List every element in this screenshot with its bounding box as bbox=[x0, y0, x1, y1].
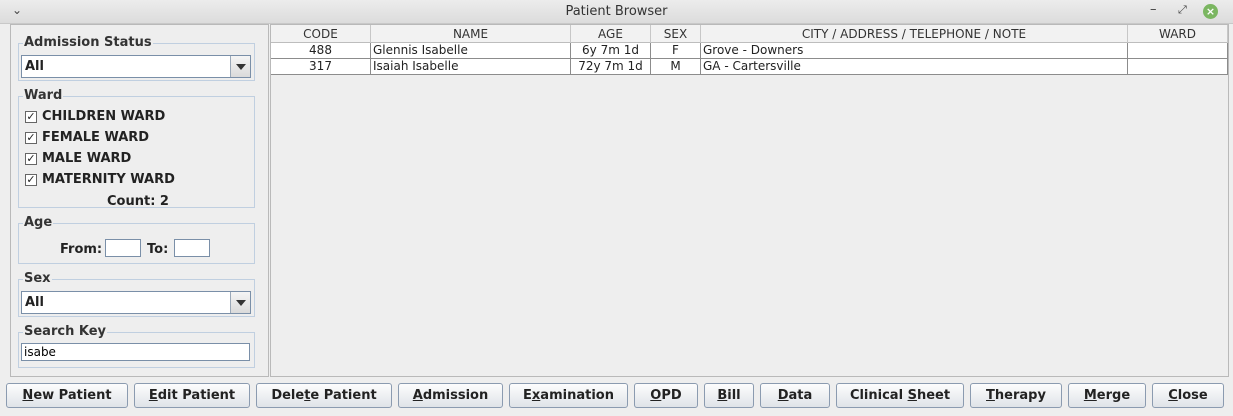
age-label: Age bbox=[23, 215, 54, 230]
ward-checkbox-label: MATERNITY WARD bbox=[42, 172, 175, 187]
mnemonic-letter: E bbox=[148, 388, 158, 403]
patient-browser-window: ⌄ Patient Browser – ⤢ × Admission Status… bbox=[0, 0, 1233, 416]
checkbox[interactable]: ✓ bbox=[25, 111, 37, 123]
checkbox[interactable]: ✓ bbox=[25, 174, 37, 186]
sex-select[interactable]: All bbox=[21, 291, 251, 314]
table-cell: 488 bbox=[271, 43, 371, 59]
table-cell: Glennis Isabelle bbox=[371, 43, 571, 59]
table-cell: Isaiah Isabelle bbox=[371, 59, 571, 75]
button-label-part: Clinical bbox=[849, 388, 908, 403]
admission-button[interactable]: Admission bbox=[398, 383, 503, 408]
window-title: Patient Browser bbox=[565, 4, 668, 19]
table-row[interactable]: 317 Isaiah Isabelle 72y 7m 1d M GA - Carters… bbox=[271, 59, 1228, 75]
mnemonic-letter: S bbox=[907, 388, 917, 403]
button-label-part: E bbox=[523, 388, 532, 403]
button-label-part: ata bbox=[788, 388, 813, 403]
button-label-part: heet bbox=[916, 388, 951, 403]
mnemonic-letter: T bbox=[986, 388, 995, 403]
search-key-group: Search Key bbox=[18, 324, 255, 368]
ward-count: Count: 2 bbox=[107, 194, 169, 209]
chevron-down-icon[interactable] bbox=[230, 56, 250, 77]
table-cell bbox=[1128, 43, 1228, 59]
mnemonic-letter: A bbox=[412, 388, 423, 403]
close-button[interactable]: Close bbox=[1152, 383, 1224, 408]
chevron-down-icon[interactable] bbox=[230, 292, 250, 313]
ward-checkbox-label: CHILDREN WARD bbox=[42, 109, 166, 124]
table-cell: GA - Cartersville bbox=[701, 59, 1128, 75]
checkbox[interactable]: ✓ bbox=[25, 153, 37, 165]
column-header[interactable]: CODE bbox=[271, 25, 371, 43]
checkbox[interactable]: ✓ bbox=[25, 132, 37, 144]
sex-group: Sex All bbox=[18, 271, 255, 317]
mnemonic-letter: N bbox=[22, 388, 34, 403]
title-bar: ⌄ Patient Browser – ⤢ × bbox=[0, 0, 1233, 24]
age-to-input[interactable] bbox=[174, 239, 210, 257]
therapy-button[interactable]: Therapy bbox=[970, 383, 1062, 408]
search-input[interactable] bbox=[21, 343, 250, 361]
age-from-input[interactable] bbox=[105, 239, 141, 257]
button-label-part: herapy bbox=[994, 388, 1046, 403]
mnemonic-letter: C bbox=[1168, 388, 1178, 403]
merge-button[interactable]: Merge bbox=[1068, 383, 1146, 408]
table-row[interactable]: 488 Glennis Isabelle 6y 7m 1d F Grove - Down… bbox=[271, 43, 1228, 59]
column-header[interactable]: SEX bbox=[651, 25, 701, 43]
mnemonic-letter: M bbox=[1083, 388, 1097, 403]
ward-label: Ward bbox=[23, 88, 64, 103]
new-patient-button[interactable]: New Patient bbox=[6, 383, 128, 408]
maximize-icon[interactable]: ⤢ bbox=[1178, 3, 1187, 17]
mnemonic-letter: O bbox=[650, 388, 662, 403]
table-cell: M bbox=[651, 59, 701, 75]
edit-patient-button[interactable]: Edit Patient bbox=[134, 383, 250, 408]
patient-table: CODE NAME AGE SEX CITY / ADDRESS / TELEPHONE… bbox=[270, 24, 1229, 377]
button-label-part: dit Patient bbox=[157, 388, 236, 403]
button-label-part: Dele bbox=[271, 388, 305, 403]
table-header: CODE NAME AGE SEX CITY / ADDRESS / TELEPHONE… bbox=[271, 25, 1228, 43]
sex-label: Sex bbox=[23, 271, 52, 286]
admission-status-group: Admission Status All bbox=[18, 35, 255, 81]
sex-value: All bbox=[25, 295, 44, 310]
minimize-icon[interactable]: – bbox=[1150, 2, 1157, 17]
admission-status-label: Admission Status bbox=[23, 35, 153, 50]
table-cell: F bbox=[651, 43, 701, 59]
table-cell: 6y 7m 1d bbox=[571, 43, 651, 59]
button-label-part: erge bbox=[1096, 388, 1131, 403]
admission-status-select[interactable]: All bbox=[21, 55, 251, 78]
button-label-part: PD bbox=[661, 388, 682, 403]
delete-patient-button[interactable]: Delete Patient bbox=[256, 383, 392, 408]
button-label-part: e Patient bbox=[310, 388, 377, 403]
mnemonic-letter: D bbox=[777, 388, 789, 403]
close-window-icon[interactable]: × bbox=[1203, 4, 1218, 19]
data-button[interactable]: Data bbox=[760, 383, 830, 408]
table-cell: 72y 7m 1d bbox=[571, 59, 651, 75]
table-cell: Grove - Downers bbox=[701, 43, 1128, 59]
button-label-part: dmission bbox=[422, 388, 489, 403]
bill-button[interactable]: Bill bbox=[704, 383, 754, 408]
age-group: Age From: To: bbox=[18, 215, 255, 264]
button-label-part: lose bbox=[1177, 388, 1208, 403]
column-header[interactable]: NAME bbox=[371, 25, 571, 43]
opd-button[interactable]: OPD bbox=[634, 383, 698, 408]
button-label-part: ew Patient bbox=[33, 388, 112, 403]
column-header[interactable]: WARD bbox=[1128, 25, 1228, 43]
ward-checkbox-label: FEMALE WARD bbox=[42, 130, 150, 145]
mnemonic-letter: B bbox=[717, 388, 728, 403]
column-header[interactable]: CITY / ADDRESS / TELEPHONE / NOTE bbox=[701, 25, 1128, 43]
age-to-label: To: bbox=[147, 242, 169, 257]
table-cell: 317 bbox=[271, 59, 371, 75]
table-cell bbox=[1128, 59, 1228, 75]
button-label-part: ill bbox=[727, 388, 741, 403]
admission-status-value: All bbox=[25, 59, 44, 74]
clinical-sheet-button[interactable]: Clinical Sheet bbox=[836, 383, 964, 408]
age-from-label: From: bbox=[60, 242, 103, 257]
ward-group: Ward ✓ CHILDREN WARD ✓ FEMALE WARD ✓ MALE WAR… bbox=[18, 88, 255, 209]
ward-checkbox-label: MALE WARD bbox=[42, 151, 132, 166]
button-label-part: amination bbox=[540, 388, 614, 403]
action-button-bar: New Patient Edit Patient Delete Patient Adm… bbox=[0, 378, 1233, 416]
search-key-label: Search Key bbox=[23, 324, 107, 339]
filter-panel: Admission Status All Ward ✓ CHILDREN WARD… bbox=[10, 24, 269, 377]
examination-button[interactable]: Examination bbox=[509, 383, 628, 408]
column-header[interactable]: AGE bbox=[571, 25, 651, 43]
